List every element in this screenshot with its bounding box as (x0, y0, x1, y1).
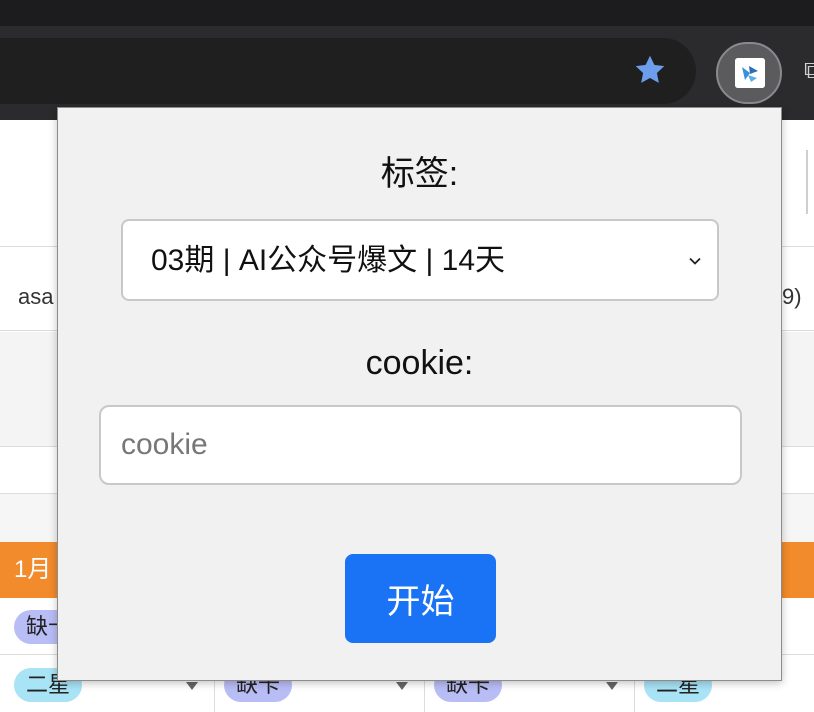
start-button[interactable]: 开始 (345, 554, 496, 643)
tag-label: 标签: (380, 155, 459, 193)
tag-select-value: 03期 | AI公众号爆文 | 14天 (151, 244, 506, 277)
chevron-down-icon (689, 257, 701, 265)
page-edge (806, 150, 808, 214)
puzzle-icon[interactable]: ⧉ (804, 56, 814, 86)
extension-button[interactable] (716, 42, 782, 104)
month-row-label: 1月 (14, 556, 52, 583)
caret-down-icon[interactable] (606, 682, 618, 690)
caret-down-icon[interactable] (186, 682, 198, 690)
cookie-input[interactable] (99, 405, 742, 485)
tag-select[interactable]: 03期 | AI公众号爆文 | 14天 (121, 219, 719, 301)
address-bar[interactable] (0, 38, 696, 104)
extension-icon (735, 58, 765, 88)
row-text-right: 9) (782, 284, 802, 309)
extension-popup: 标签: 03期 | AI公众号爆文 | 14天 cookie: 开始 (57, 107, 782, 681)
browser-title-strip (0, 0, 814, 26)
star-icon[interactable] (632, 52, 668, 88)
row-text-left: asa (18, 284, 54, 309)
caret-down-icon[interactable] (396, 682, 408, 690)
cookie-label: cookie: (365, 344, 474, 382)
